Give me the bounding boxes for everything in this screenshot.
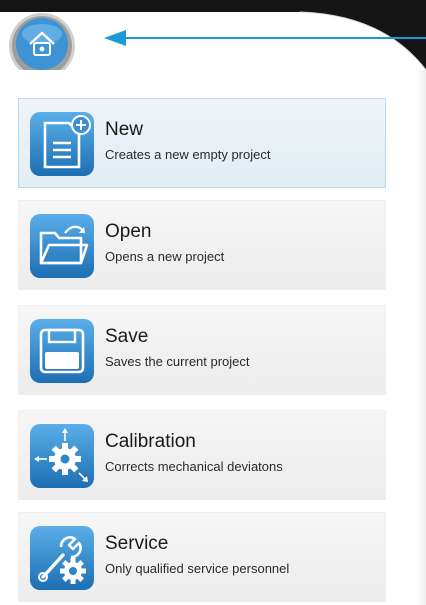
menu-item-description: Saves the current project (105, 354, 250, 369)
menu-item-description: Only qualified service personnel (105, 561, 290, 576)
menu-item-title: Service (105, 533, 169, 554)
menu-item-open[interactable]: Open Opens a new project (18, 200, 386, 290)
open-folder-icon (30, 214, 94, 278)
calibration-gear-icon (30, 424, 94, 488)
menu-item-service[interactable]: Service Only qualified service personnel (18, 512, 386, 602)
floppy-disk-icon (30, 319, 94, 383)
menu-item-calibration[interactable]: Calibration Corrects mechanical deviaton… (18, 410, 386, 500)
panel-edge (414, 70, 426, 605)
menu-item-description: Creates a new empty project (105, 147, 271, 162)
menu-item-description: Opens a new project (105, 249, 225, 264)
menu-item-title: Open (105, 221, 152, 242)
new-document-icon (30, 112, 94, 176)
title-bar-frame (0, 0, 426, 70)
menu-item-title: New (105, 119, 144, 140)
menu-item-description: Corrects mechanical deviatons (105, 459, 283, 474)
menu-item-new[interactable]: New Creates a new empty project (18, 98, 386, 188)
menu-item-title: Save (105, 326, 149, 347)
menu-item-save[interactable]: Save Saves the current project (18, 305, 386, 395)
menu-item-title: Calibration (105, 431, 196, 452)
application-menu: New Creates a new empty project Open Ope… (0, 70, 420, 605)
service-tools-icon (30, 526, 94, 590)
